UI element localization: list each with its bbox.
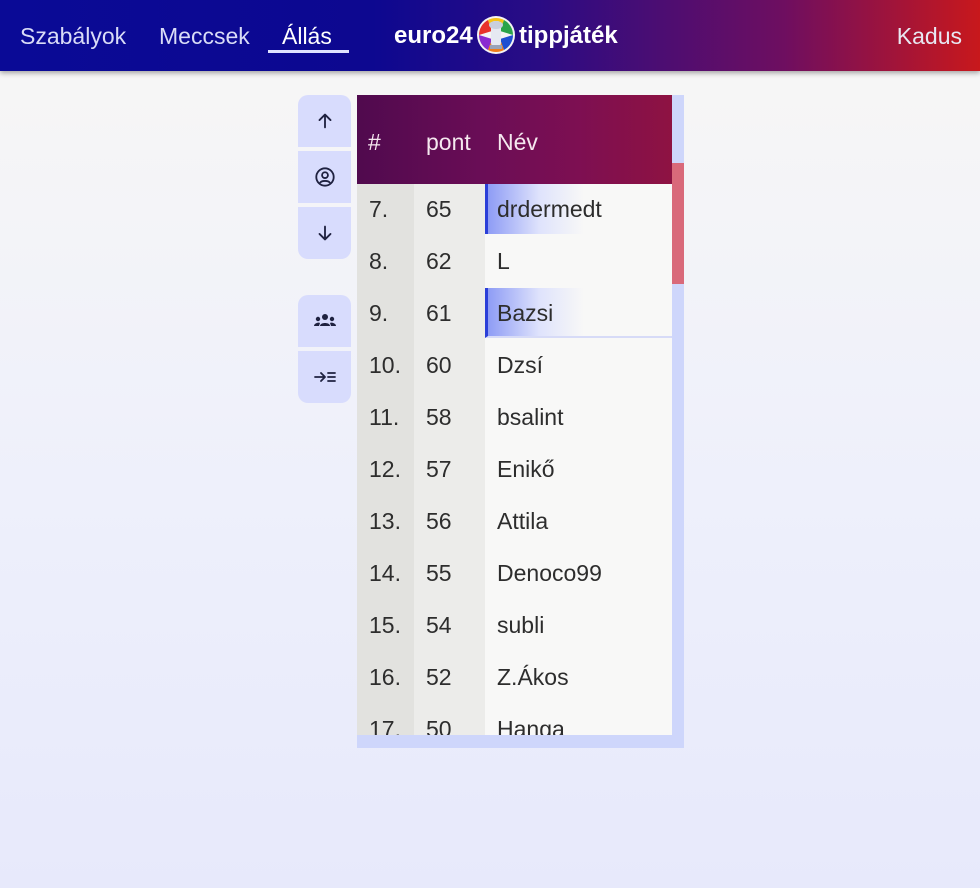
rank-cell: 11. [369,404,400,430]
scroll-up-button[interactable] [298,95,351,147]
name-cell: drdermedt [497,196,602,222]
name-cell: Enikő [497,456,555,482]
rank-cell: 13. [369,508,401,534]
arrow-up-icon [318,113,331,129]
table-row[interactable]: 17. 50 Hanga [357,704,672,735]
brand-title-right: tippjáték [519,22,618,49]
table-row[interactable]: 9. 61 Bazsi [357,288,672,340]
brand-title-left: euro24 [394,22,473,49]
points-cell: 55 [426,560,452,586]
table-row[interactable]: 10. 60 Dzsí [357,340,672,392]
user-name[interactable]: Kadus [897,22,962,50]
table-row[interactable]: 15. 54 subli [357,600,672,652]
table-row[interactable]: 12. 57 Enikő [357,444,672,496]
nav-link-matches[interactable]: Meccsek [159,22,250,50]
rank-cell: 14. [369,560,401,586]
name-cell: Denoco99 [497,560,602,586]
name-cell: Z.Ákos [497,664,569,690]
name-cell: Hanga [497,716,565,735]
user-circle-icon [314,167,335,187]
rank-cell: 12. [369,456,401,482]
rank-cell: 9. [369,300,389,326]
indent-list-icon [313,372,336,382]
rank-cell: 8. [369,248,389,274]
table-row[interactable]: 13. 56 Attila [357,496,672,548]
name-cell: L [497,248,510,274]
standings-table-body[interactable]: 7. 65 drdermedt 8. 62 L 9. 61 Bazsi 10. 60 Dzsí 11. 5… [357,184,672,735]
indent-toggle-button[interactable] [298,351,351,403]
rank-cell: 15. [369,612,401,638]
jump-to-me-button[interactable] [298,151,351,203]
table-row[interactable]: 8. 62 L [357,236,672,288]
name-cell: Attila [497,508,549,534]
points-cell: 56 [426,508,452,534]
header-rank[interactable]: # [368,128,381,156]
groups-button[interactable] [298,295,351,347]
rank-cell: 16. [369,664,401,690]
euro-trophy-logo-icon [477,16,515,54]
table-row[interactable]: 16. 52 Z.Ákos [357,652,672,704]
points-cell: 54 [426,612,452,638]
nav-link-rules[interactable]: Szabályok [20,22,126,50]
table-row[interactable]: 11. 58 bsalint [357,392,672,444]
rank-cell: 17. [369,716,401,735]
header-points[interactable]: pont [426,128,471,156]
table-row[interactable]: 7. 65 drdermedt [357,184,672,236]
rank-cell: 7. [369,196,389,222]
points-cell: 52 [426,664,452,690]
header-name[interactable]: Név [497,128,538,156]
points-cell: 60 [426,352,452,378]
scrollbar-thumb[interactable] [672,163,684,284]
name-cell: Bazsi [497,300,554,326]
points-cell: 57 [426,456,452,482]
name-cell: subli [497,612,545,638]
active-tab-underline [268,50,349,53]
table-header: # pont Név [357,95,672,184]
points-cell: 61 [426,300,452,326]
arrow-down-icon [318,225,331,241]
points-cell: 50 [426,716,452,735]
table-row[interactable]: 14. 55 Denoco99 [357,548,672,600]
top-navigation-bar: Szabályok Meccsek Állás euro24 tippjáték… [0,0,980,71]
scroll-down-button[interactable] [298,207,351,259]
points-cell: 65 [426,196,452,222]
points-cell: 58 [426,404,452,430]
group-icon [313,314,336,326]
rank-cell: 10. [369,352,401,378]
name-cell: Dzsí [497,352,543,378]
points-cell: 62 [426,248,452,274]
nav-link-standings[interactable]: Állás [282,22,332,50]
name-cell: bsalint [497,404,564,430]
